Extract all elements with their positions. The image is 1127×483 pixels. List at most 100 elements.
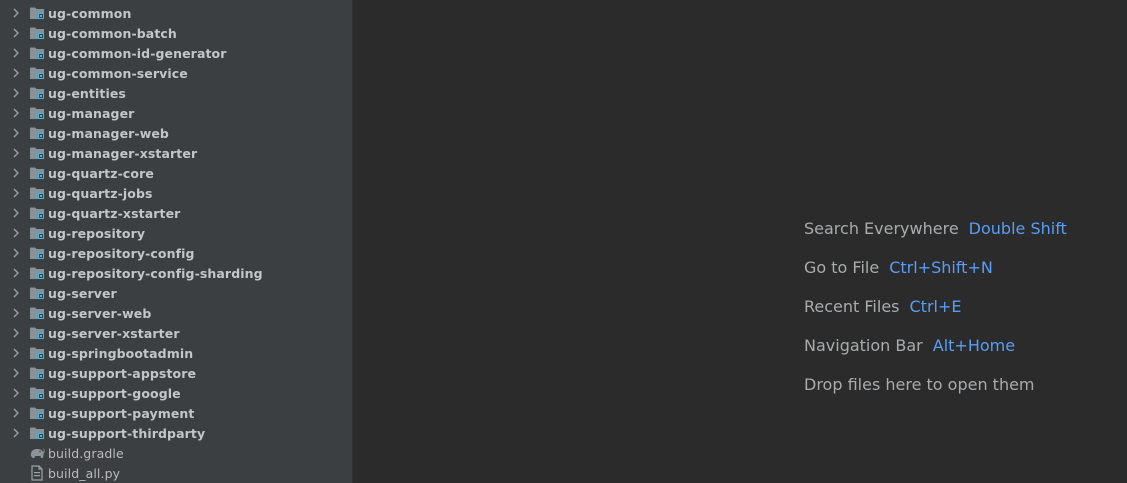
module-folder-icon — [29, 363, 45, 383]
module-folder-icon — [29, 303, 45, 323]
tree-item-label: ug-server — [48, 285, 117, 301]
editor-hint: Navigation Bar Alt+Home — [804, 326, 1067, 365]
module-folder-icon — [29, 103, 45, 123]
tree-item-file[interactable]: build.gradle — [0, 443, 352, 463]
chevron-right-icon[interactable] — [9, 263, 23, 283]
tree-item-module[interactable]: ug-quartz-core — [0, 163, 352, 183]
python-file-icon — [29, 463, 45, 483]
hint-text: Search Everywhere — [804, 219, 959, 238]
tree-item-module[interactable]: ug-springbootadmin — [0, 343, 352, 363]
tree-item-label: build.gradle — [48, 445, 124, 461]
editor-empty-area[interactable]: Search Everywhere Double Shift Go to Fil… — [353, 0, 1127, 483]
tree-item-module[interactable]: ug-repository — [0, 223, 352, 243]
module-folder-icon — [29, 83, 45, 103]
module-folder-icon — [29, 243, 45, 263]
ide-window: ug-common ug-common-batch ug-common-id-g… — [0, 0, 1127, 483]
tree-item-module[interactable]: ug-quartz-jobs — [0, 183, 352, 203]
hint-shortcut: Double Shift — [968, 219, 1067, 238]
editor-hint: Drop files here to open them — [804, 365, 1067, 404]
chevron-right-icon[interactable] — [9, 343, 23, 363]
module-folder-icon — [29, 403, 45, 423]
tree-item-label: ug-support-appstore — [48, 365, 197, 381]
tree-item-file[interactable]: build_all.py — [0, 463, 352, 483]
tree-item-label: ug-repository-config — [48, 245, 195, 261]
editor-hint: Search Everywhere Double Shift — [804, 209, 1067, 248]
tree-item-label: ug-repository — [48, 225, 146, 241]
tree-item-module[interactable]: ug-common — [0, 3, 352, 23]
hint-text: Recent Files — [804, 297, 900, 316]
module-folder-icon — [29, 223, 45, 243]
tree-item-module[interactable]: ug-repository-config — [0, 243, 352, 263]
tree-item-module[interactable]: ug-manager-web — [0, 123, 352, 143]
chevron-right-icon[interactable] — [9, 423, 23, 443]
chevron-right-icon[interactable] — [9, 123, 23, 143]
tree-item-label: ug-manager — [48, 105, 135, 121]
tree-item-module[interactable]: ug-common-service — [0, 63, 352, 83]
tree-item-label: ug-quartz-xstarter — [48, 205, 181, 221]
chevron-right-icon[interactable] — [9, 103, 23, 123]
chevron-right-icon[interactable] — [9, 303, 23, 323]
tree-item-label: ug-common-batch — [48, 25, 177, 41]
chevron-right-icon[interactable] — [9, 283, 23, 303]
tree-item-module[interactable]: ug-support-google — [0, 383, 352, 403]
tree-item-module[interactable]: ug-support-payment — [0, 403, 352, 423]
hint-text: Go to File — [804, 258, 880, 277]
chevron-right-icon[interactable] — [9, 43, 23, 63]
module-folder-icon — [29, 323, 45, 343]
tree-item-label: ug-repository-config-sharding — [48, 265, 263, 281]
chevron-right-icon[interactable] — [9, 63, 23, 83]
chevron-right-icon[interactable] — [9, 403, 23, 423]
tree-item-label: ug-common-service — [48, 65, 188, 81]
hint-text: Drop files here to open them — [804, 375, 1035, 394]
module-folder-icon — [29, 343, 45, 363]
module-folder-icon — [29, 23, 45, 43]
module-folder-icon — [29, 203, 45, 223]
tree-item-module[interactable]: ug-server-web — [0, 303, 352, 323]
tree-item-label: ug-server-web — [48, 305, 152, 321]
tree-item-module[interactable]: ug-entities — [0, 83, 352, 103]
module-folder-icon — [29, 263, 45, 283]
chevron-right-icon[interactable] — [9, 183, 23, 203]
project-tree: ug-common ug-common-batch ug-common-id-g… — [0, 3, 352, 483]
tree-item-module[interactable]: ug-quartz-xstarter — [0, 203, 352, 223]
tree-item-label: ug-springbootadmin — [48, 345, 194, 361]
chevron-right-icon[interactable] — [9, 23, 23, 43]
chevron-right-icon[interactable] — [9, 383, 23, 403]
chevron-right-icon[interactable] — [9, 243, 23, 263]
tree-item-label: ug-entities — [48, 85, 126, 101]
tree-item-module[interactable]: ug-manager — [0, 103, 352, 123]
tree-item-module[interactable]: ug-manager-xstarter — [0, 143, 352, 163]
editor-hints: Search Everywhere Double Shift Go to Fil… — [804, 209, 1067, 404]
chevron-right-icon[interactable] — [9, 83, 23, 103]
tree-item-module[interactable]: ug-support-thirdparty — [0, 423, 352, 443]
module-folder-icon — [29, 283, 45, 303]
tree-item-module[interactable]: ug-repository-config-sharding — [0, 263, 352, 283]
tree-item-module[interactable]: ug-server-xstarter — [0, 323, 352, 343]
tree-item-label: ug-support-thirdparty — [48, 425, 206, 441]
tree-item-label: ug-support-payment — [48, 405, 195, 421]
hint-text: Navigation Bar — [804, 336, 923, 355]
editor-hint: Go to File Ctrl+Shift+N — [804, 248, 1067, 287]
tree-item-label: ug-common — [48, 5, 132, 21]
tree-item-module[interactable]: ug-common-batch — [0, 23, 352, 43]
tree-item-label: ug-quartz-core — [48, 165, 154, 181]
tree-item-module[interactable]: ug-common-id-generator — [0, 43, 352, 63]
module-folder-icon — [29, 43, 45, 63]
module-folder-icon — [29, 123, 45, 143]
module-folder-icon — [29, 163, 45, 183]
tree-item-module[interactable]: ug-support-appstore — [0, 363, 352, 383]
tree-item-module[interactable]: ug-server — [0, 283, 352, 303]
chevron-right-icon[interactable] — [9, 143, 23, 163]
chevron-right-icon[interactable] — [9, 223, 23, 243]
hint-shortcut: Alt+Home — [932, 336, 1016, 355]
chevron-right-icon[interactable] — [9, 363, 23, 383]
chevron-right-icon[interactable] — [9, 163, 23, 183]
chevron-right-icon[interactable] — [9, 203, 23, 223]
editor-hint: Recent Files Ctrl+E — [804, 287, 1067, 326]
module-folder-icon — [29, 3, 45, 23]
chevron-right-icon[interactable] — [9, 323, 23, 343]
hint-shortcut: Ctrl+E — [909, 297, 962, 316]
gradle-elephant-icon — [29, 443, 45, 463]
chevron-right-icon[interactable] — [9, 3, 23, 23]
module-folder-icon — [29, 183, 45, 203]
